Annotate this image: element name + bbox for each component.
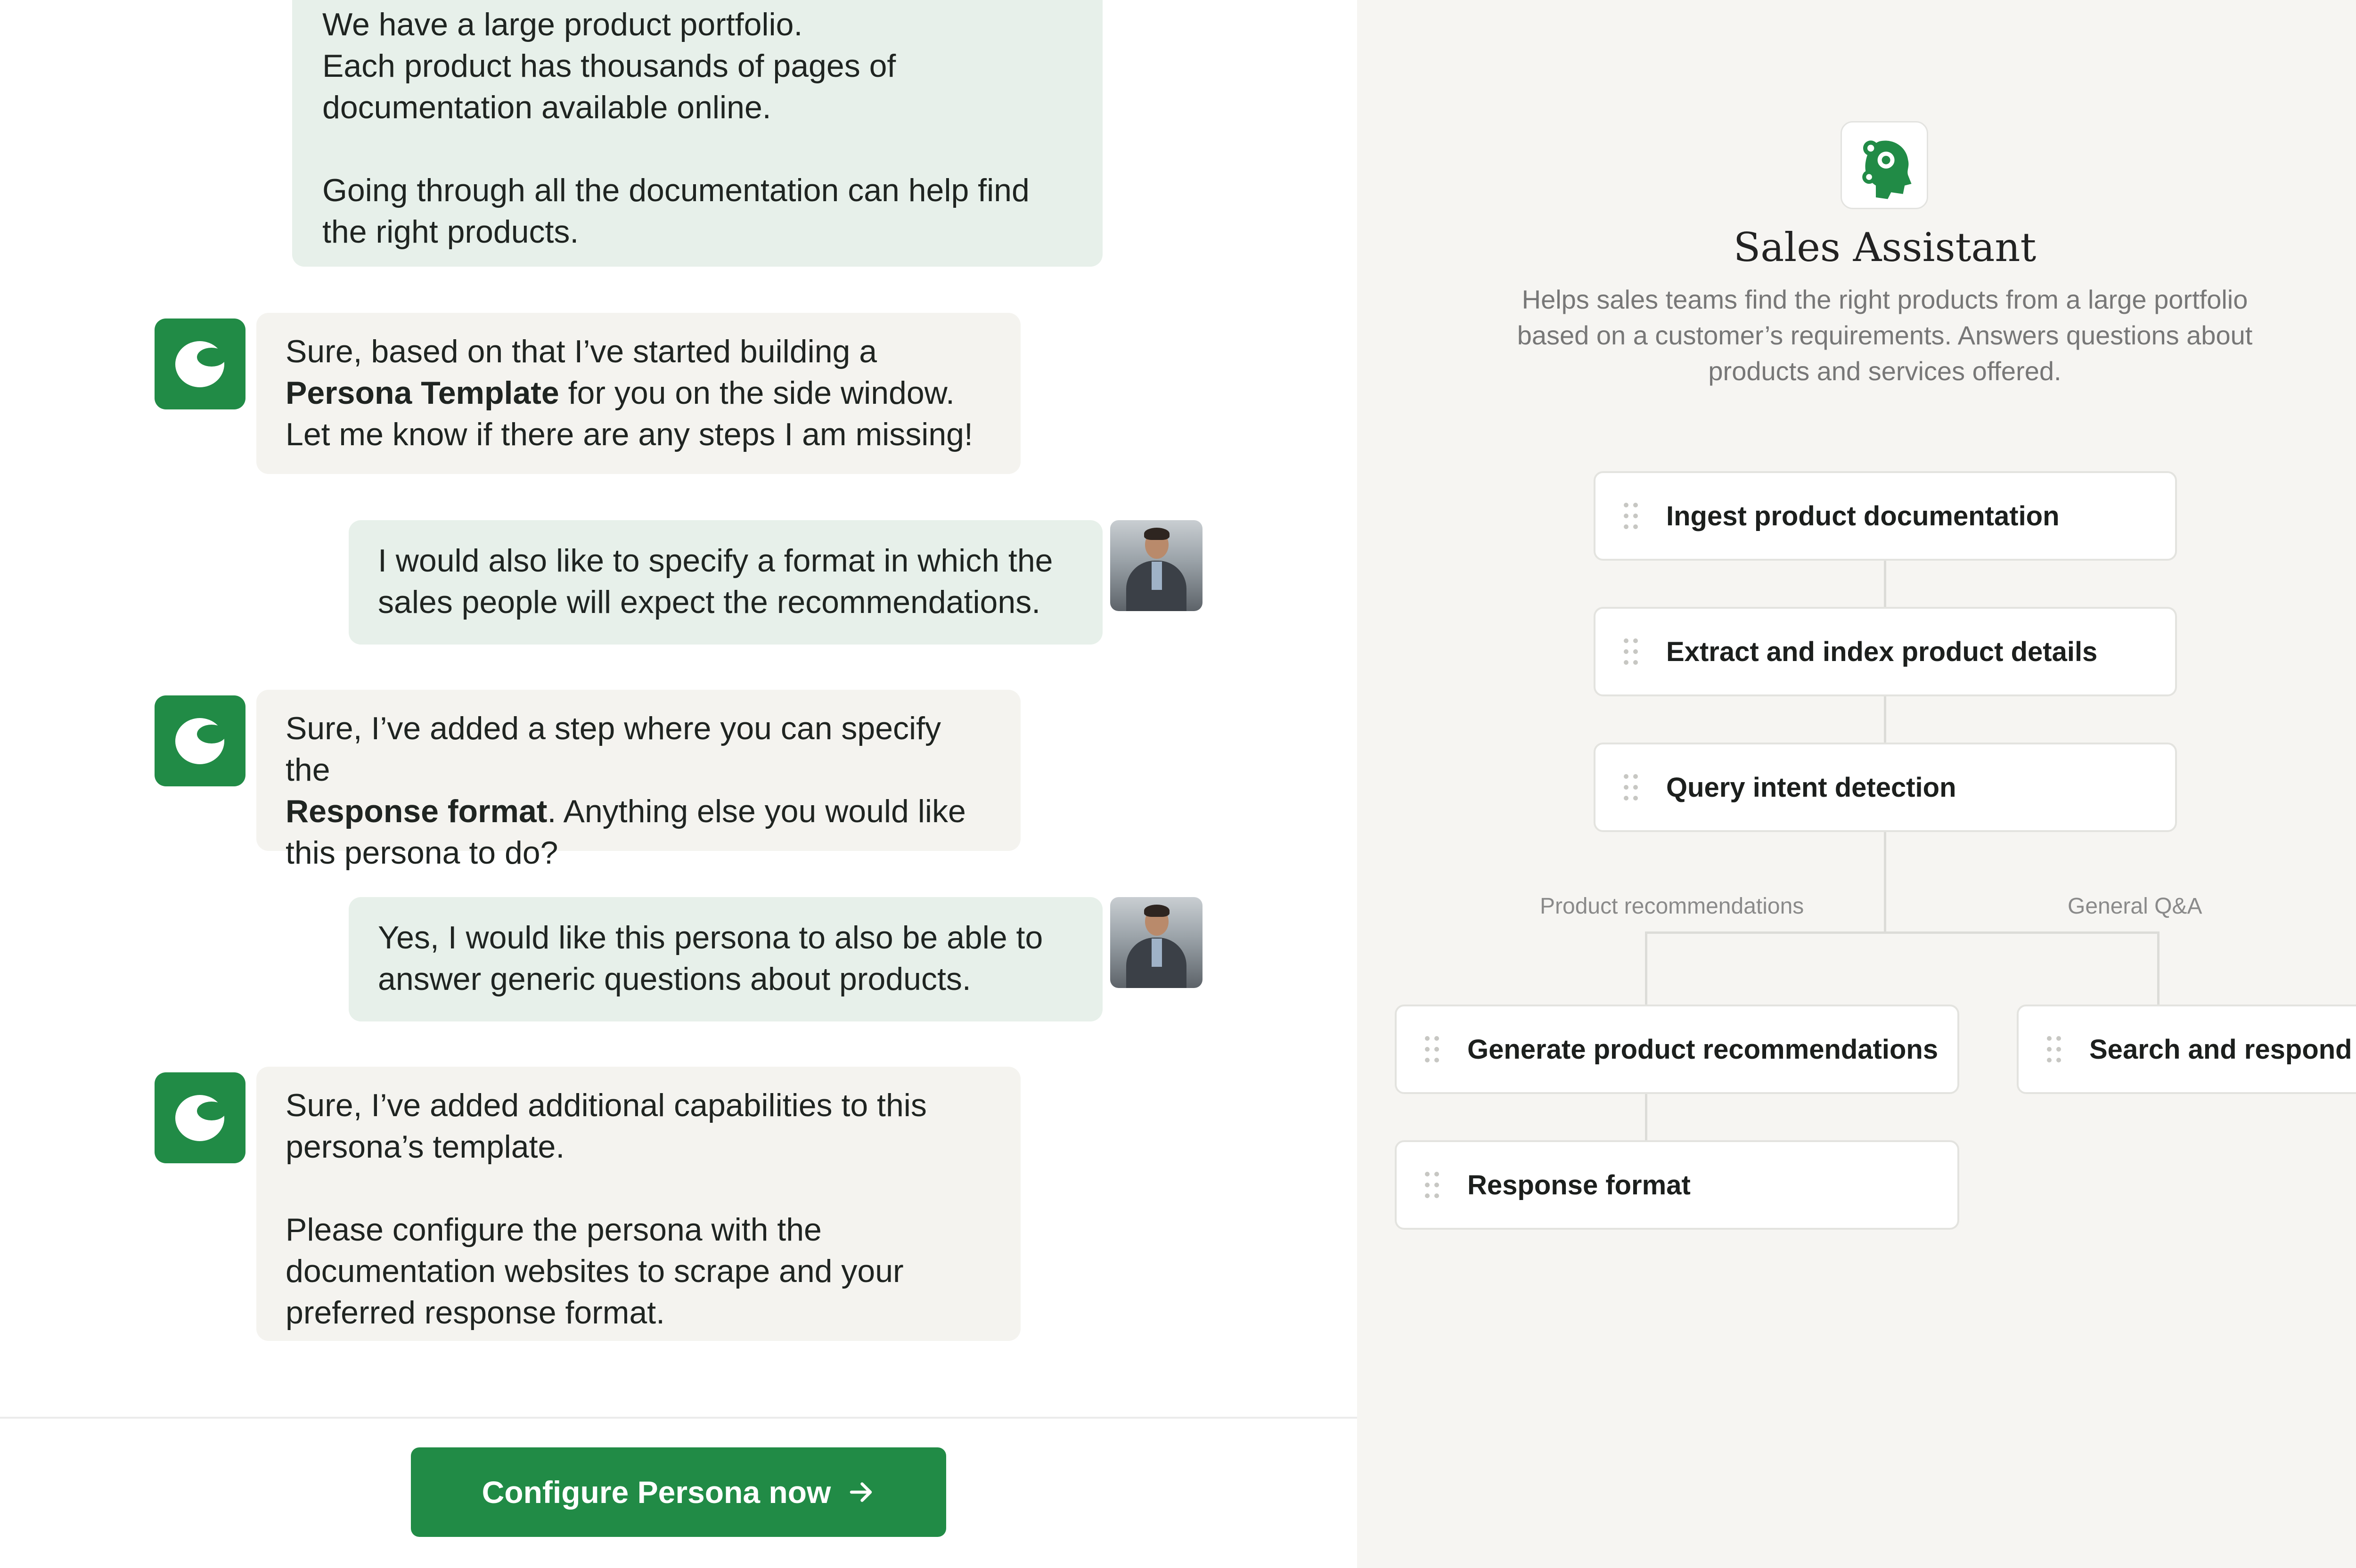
drag-handle-icon[interactable]: [1624, 503, 1638, 529]
workflow-step-label: Extract and index product details: [1666, 636, 2098, 667]
assistant-message-text: Sure, I’ve added additional capabilities…: [286, 1087, 927, 1331]
arrow-right-icon: [850, 1482, 872, 1502]
drag-handle-icon[interactable]: [1624, 774, 1638, 800]
persona-description: Helps sales teams find the right product…: [1517, 285, 2253, 386]
drag-handle-icon[interactable]: [1624, 638, 1638, 665]
connector-line: [1884, 832, 1886, 933]
user-message: We have a large product portfolio. Each …: [292, 0, 1103, 267]
assistant-avatar: [155, 318, 245, 409]
assistant-logo-icon: [175, 1095, 226, 1141]
user-avatar: [1110, 520, 1203, 611]
workflow-step-label: Response format: [1467, 1169, 1691, 1200]
user-message-text: We have a large product portfolio. Each …: [322, 7, 1030, 250]
response-format-highlight: Response format: [286, 793, 548, 829]
branch-label-product-recommendations: Product recommendations: [1540, 894, 1804, 919]
assistant-message: Sure, I’ve added additional capabilities…: [256, 1067, 1021, 1341]
assistant-avatar: [155, 695, 245, 786]
workflow-step[interactable]: Generate product recommendations: [1395, 1004, 1959, 1094]
workflow-step-label: Generate product recommendations: [1467, 1034, 1939, 1065]
assistant-message: Sure, based on that I’ve started buildin…: [256, 313, 1021, 474]
workflow-step[interactable]: Extract and index product details: [1594, 607, 2177, 696]
connector-line: [1645, 931, 2159, 934]
connector-line: [1884, 696, 1886, 743]
divider: [0, 1417, 1357, 1419]
user-message-text: Yes, I would like this persona to also b…: [378, 920, 1043, 997]
persona-template-highlight: Persona Template: [286, 375, 559, 411]
assistant-message-text: Sure, I’ve added a step where you can sp…: [286, 710, 941, 788]
workflow-step[interactable]: Ingest product documentation: [1594, 471, 2177, 561]
connector-line: [2157, 931, 2160, 1006]
assistant-avatar: [155, 1072, 245, 1163]
workflow-step[interactable]: Query intent detection: [1594, 743, 2177, 832]
configure-persona-label: Configure Persona now: [482, 1475, 831, 1510]
assistant-message: Sure, I’ve added a step where you can sp…: [256, 690, 1021, 871]
connector-line: [1645, 1094, 1647, 1141]
branch-label-general-qa: General Q&A: [2068, 894, 2202, 919]
configure-persona-button[interactable]: Configure Persona now: [411, 1447, 946, 1537]
user-message-text: I would also like to specify a format in…: [378, 543, 1053, 620]
workflow-step-label: Query intent detection: [1666, 772, 1956, 803]
workflow-step-label: Search and respond: [2089, 1034, 2352, 1065]
drag-handle-icon[interactable]: [1425, 1036, 1439, 1062]
connector-line: [1884, 561, 1886, 608]
workflow-step[interactable]: Search and respond: [2017, 1004, 2356, 1094]
drag-handle-icon[interactable]: [2047, 1036, 2061, 1062]
chat-panel: We have a large product portfolio. Each …: [0, 0, 1357, 1568]
workflow-step-label: Ingest product documentation: [1666, 500, 2060, 531]
drag-handle-icon[interactable]: [1425, 1172, 1439, 1198]
user-message: Yes, I would like this persona to also b…: [349, 897, 1103, 1021]
assistant-logo-icon: [175, 718, 226, 764]
assistant-message-text: Sure, based on that I’ve started buildin…: [286, 334, 877, 369]
gear-head-icon: [1841, 121, 1928, 209]
assistant-logo-icon: [175, 341, 226, 387]
user-message: I would also like to specify a format in…: [349, 520, 1103, 645]
persona-title: Sales Assistant: [1733, 224, 2037, 270]
workflow-step[interactable]: Response format: [1395, 1140, 1959, 1230]
connector-line: [1645, 931, 1647, 1006]
user-avatar: [1110, 897, 1203, 988]
